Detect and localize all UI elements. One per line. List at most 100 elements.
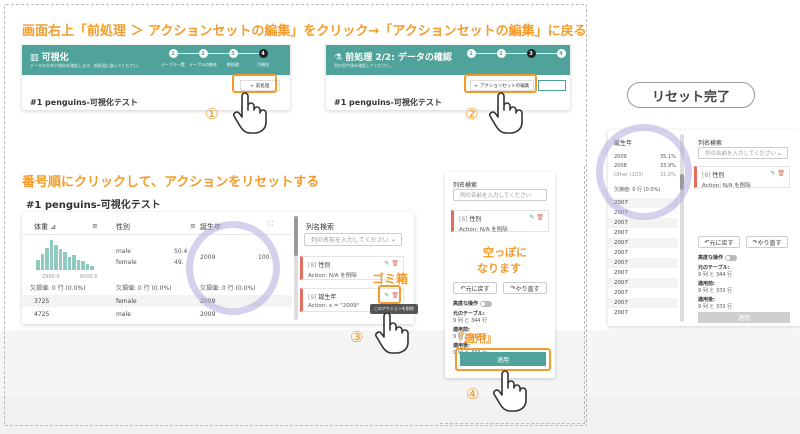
histogram-bar xyxy=(40,253,44,270)
numeric-type-icon: ⊿ xyxy=(48,223,57,231)
action-card-sex-2[interactable]: [8] 性別 Action: N/A を削除 ✎ 🗑 xyxy=(451,210,549,233)
column-search-input[interactable]: 列の名前を入力してください ⌄ xyxy=(304,233,402,246)
value-female-pct: 49. xyxy=(174,259,184,266)
search-label: 列名検索 xyxy=(306,223,334,231)
highlight-circle-2 xyxy=(596,124,692,220)
table-row: 2007 xyxy=(614,250,628,256)
document-title: #1 penguins-可視化テスト xyxy=(30,98,138,107)
pointer-hand-icon xyxy=(489,92,523,134)
highlight-box-1 xyxy=(232,74,277,93)
column-search-input-3[interactable]: 列の名前を入力してください ⌄ xyxy=(698,147,788,159)
histogram-bar xyxy=(72,255,76,270)
edit-icon[interactable]: ✎ xyxy=(529,214,534,221)
value-male: male xyxy=(116,248,131,255)
undo-button-2[interactable]: ↶ 元に戻す xyxy=(698,236,740,248)
go-visualize-button[interactable]: 可視化へ xyxy=(538,80,566,91)
stepper: 1 テーブル一覧 2 テーブルの結合 3 前処理 4 可視化 xyxy=(158,49,278,68)
pointer-hand-icon xyxy=(233,92,267,134)
expand-icon[interactable]: ⛶ xyxy=(268,220,273,229)
histogram-bar xyxy=(90,265,94,270)
advanced-toggle[interactable] xyxy=(479,300,492,307)
callout-number-2: ② xyxy=(465,105,479,123)
document-title-3: #1 penguins-可視化テスト xyxy=(26,200,161,211)
histogram-bar xyxy=(45,247,49,270)
value-male-pct: 50.4 xyxy=(174,248,188,255)
histogram-bar xyxy=(49,240,53,270)
value-female: female xyxy=(116,259,137,266)
hist-max-label: 6000.0 xyxy=(80,274,98,280)
empty-note-line2: なります xyxy=(477,262,521,275)
histogram-bar xyxy=(81,261,85,270)
table-row: 2007 xyxy=(614,270,628,276)
action-card-sex-3[interactable]: [8] 性別 Action: N/A を削除 ✎ 🗑 xyxy=(694,166,790,189)
column-search-input-2[interactable]: 列の名前を入力してください xyxy=(453,189,547,201)
filter-icon: ⚗ xyxy=(334,53,346,63)
highlight-box-2 xyxy=(464,74,537,93)
reset-complete-label: リセット完了 xyxy=(627,82,755,108)
histogram-bar xyxy=(54,244,58,270)
edit-icon[interactable]: ✎ xyxy=(770,170,775,177)
panel-preprocess-header: ⚗ 前処理 2/2: データの確認 列の型や値を確認してください。 1 2 3 … xyxy=(326,45,570,75)
histogram-bar xyxy=(36,259,40,270)
search-label-2: 列名検索 xyxy=(453,182,478,189)
column-header-weight: 体重 xyxy=(34,223,48,231)
pointer-hand-icon xyxy=(375,312,409,354)
histogram-bar xyxy=(76,259,80,270)
page-title-2: 前処理 2/2: データの確認 xyxy=(345,53,452,63)
stepper-2: 1 2 3 4 xyxy=(456,49,576,58)
page-title: 可視化 xyxy=(41,53,69,63)
step-visualize-2[interactable]: 4 xyxy=(531,49,576,58)
table-row: 2007 xyxy=(614,310,628,316)
apply-button-disabled[interactable]: 適用 xyxy=(698,312,790,323)
advanced-label-2: 高度な操作 xyxy=(698,254,737,261)
table-row: 2007 xyxy=(608,238,678,248)
hist-min-label: 2900.0 xyxy=(42,274,60,280)
redo-button-2[interactable]: ↷ やり直す xyxy=(746,236,788,248)
apply-note: 『適用』 xyxy=(453,332,497,345)
step-visualize[interactable]: 4 可視化 xyxy=(233,49,278,68)
histogram-bar xyxy=(85,264,89,270)
trash-icon[interactable]: 🗑 xyxy=(777,170,785,177)
sort-icon[interactable]: ≡ xyxy=(190,222,196,230)
advanced-label: 高度な操作 xyxy=(453,300,492,307)
callout-number-4: ④ xyxy=(466,385,480,403)
sort-icon[interactable]: ≡ xyxy=(92,222,98,230)
table-row: 2007 xyxy=(608,298,678,308)
search-label-3: 列名検索 xyxy=(698,140,723,147)
callout-number-1: ① xyxy=(205,105,219,123)
empty-note-line1: 空っぽに xyxy=(483,246,527,259)
chevron-down-icon: ⌄ xyxy=(390,236,396,243)
histogram-bar xyxy=(63,252,67,270)
step-tables[interactable]: 1 テーブル一覧 xyxy=(158,49,188,68)
advanced-toggle-2[interactable] xyxy=(724,254,737,261)
table-row: 2007 xyxy=(614,290,628,296)
trash-icon[interactable]: 🗑 xyxy=(536,214,544,221)
weight-histogram xyxy=(36,240,96,270)
step-join[interactable]: 2 テーブルの結合 xyxy=(173,49,218,68)
table-row: 2007 xyxy=(614,230,628,236)
table-row: 2007 xyxy=(608,278,678,288)
chart-icon: ▥ xyxy=(30,53,42,63)
instruction-heading-middle: 番号順にクリックして、アクションをリセットする xyxy=(22,175,320,190)
chevron-down-icon: ⌄ xyxy=(776,149,782,157)
column-header-sex: 性別 xyxy=(116,223,130,231)
instruction-heading-top: 画面右上「前処理 ＞ アクションセットの編集」をクリック→「アクションセットの編… xyxy=(22,24,587,39)
document-title-2: #1 penguins-可視化テスト xyxy=(334,98,442,107)
page-subtitle-2: 列の型や値を確認してください。 xyxy=(334,63,394,68)
panel-visualization-header: ▥ 可視化 データの分布や傾向を確認します。前処理に進んでください。 1 テーブル… xyxy=(22,45,290,75)
histogram-bar xyxy=(67,256,71,270)
callout-number-3: ③ xyxy=(350,328,364,346)
highlight-circle xyxy=(186,221,280,315)
missing-sex: 欠損値: 0 行 (0.0%) xyxy=(116,285,172,292)
undo-button[interactable]: ↶ 元に戻す xyxy=(453,282,497,294)
highlight-box-4 xyxy=(455,348,551,371)
page-subtitle: データの分布や傾向を確認します。前処理に進んでください。 xyxy=(30,63,142,68)
edit-icon[interactable]: ✎ xyxy=(384,260,389,267)
redo-button[interactable]: ↷ やり直す xyxy=(503,282,547,294)
highlight-box-3 xyxy=(378,285,401,304)
scrollbar[interactable] xyxy=(294,216,298,320)
pointer-hand-icon xyxy=(493,370,527,412)
step-preprocess[interactable]: 3 前処理 xyxy=(203,49,248,68)
missing-weight: 欠損値: 0 行 (0.0%) xyxy=(30,285,86,292)
trash-icon[interactable]: 🗑 xyxy=(391,260,399,267)
